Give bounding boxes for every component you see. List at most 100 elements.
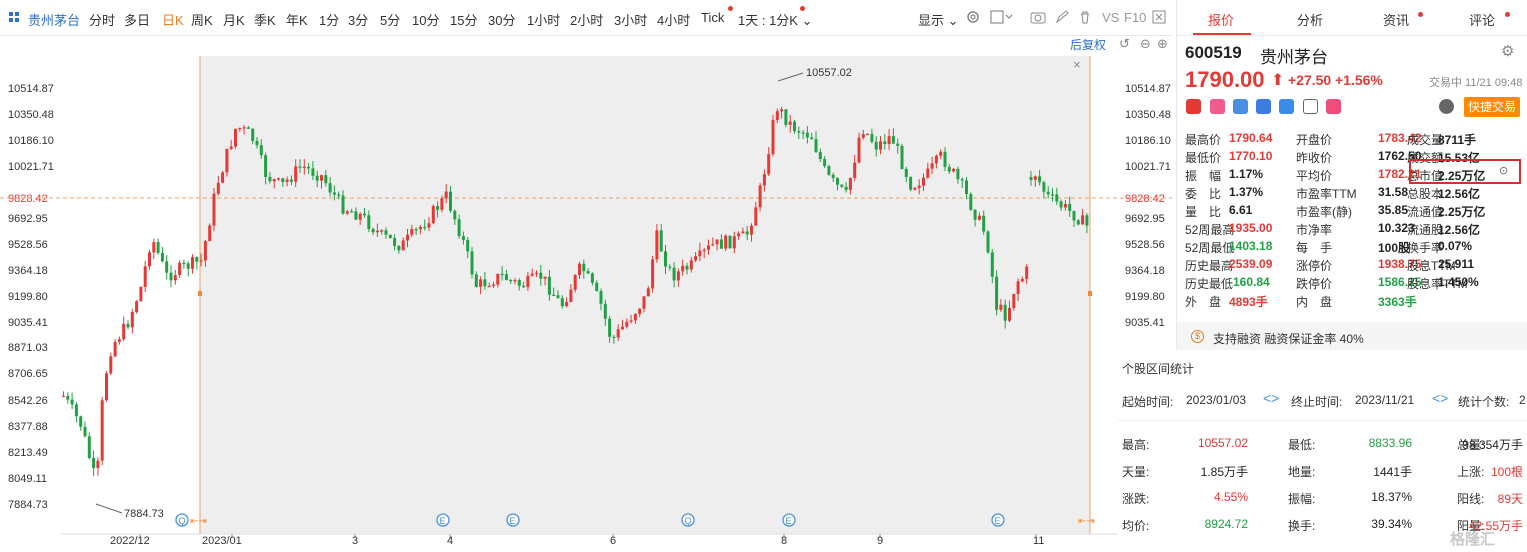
settings-icon[interactable] [965,9,981,28]
quote-value: 4893手 [1229,295,1268,309]
period-tab[interactable]: Tick [701,10,724,25]
candle-body [453,210,457,220]
more-icon[interactable]: ⊙ [1499,164,1508,177]
candle-body [543,276,547,279]
candle-body [638,308,642,314]
quote-value: 3363手 [1378,295,1417,309]
shuffle-icon[interactable] [1233,99,1248,114]
start-adjust-icon[interactable]: <> [1263,390,1279,406]
range-handle[interactable] [198,291,202,296]
candle-body [199,260,203,262]
x-axis-label: 3 [352,535,358,547]
period-tab[interactable]: 年K [286,10,308,29]
candle-body [711,244,715,246]
candle-body [526,275,530,288]
last-price: 1790.00 [1185,67,1265,92]
checkbox-icon[interactable] [990,10,1014,27]
tab-comments[interactable]: 评论 [1469,10,1495,29]
candle-body [1016,281,1020,295]
period-tab[interactable]: 10分 [412,10,439,29]
f10-button[interactable]: F10 [1124,10,1146,25]
x-axis-label: 2023/01 [202,535,242,547]
range-arrow-icon[interactable]: ⇤⇥ [190,516,207,527]
candle-body [246,127,250,129]
period-tab[interactable]: 3分 [348,10,368,29]
range-stats-title: 个股区间统计 [1122,362,1195,376]
restore-right-button[interactable]: 后复权 [1070,36,1106,53]
range-handle[interactable] [1088,291,1092,296]
vs-button[interactable]: VS [1102,10,1119,25]
display-dropdown[interactable]: 显示 ⌄ [918,10,959,29]
settings-icon[interactable]: ⚙ [1501,42,1514,60]
heart-icon[interactable] [1326,99,1341,114]
event-marker-label: E [510,516,516,526]
watermark: 格隆汇 [1450,531,1496,548]
period-tab[interactable]: 1分 [319,10,339,29]
custom-period-select[interactable]: 1天 : 1分K ⌄ [738,10,813,29]
period-tab[interactable]: 4小时 [657,10,690,29]
period-tab[interactable]: 日K [162,10,184,29]
bell-icon[interactable] [1439,99,1454,114]
period-tab[interactable]: 分时 [89,10,115,29]
document-icon[interactable] [1303,99,1318,114]
ticket-icon[interactable] [1279,99,1294,114]
period-tab[interactable]: 周K [191,10,213,29]
zoom-out-icon[interactable]: ⊖ [1140,36,1151,52]
candle-body [173,275,177,281]
quote-label: 市净率 [1296,223,1333,237]
candle-body [509,280,513,282]
candle-body [805,132,809,138]
period-tab[interactable]: 5分 [380,10,400,29]
candle-body [105,373,108,401]
kline-svg[interactable]: 10514.87 10350.48 10186.10 10021.71 9828.42 9… [0,36,1172,549]
candle-body [922,177,925,186]
end-adjust-icon[interactable]: <> [1432,390,1448,406]
end-date[interactable]: 2023/11/21 [1355,393,1414,407]
period-tab[interactable]: 2小时 [570,10,603,29]
stock-name-link[interactable]: 贵州茅台 [28,10,80,29]
period-tab[interactable]: 月K [223,10,245,29]
start-date[interactable]: 2023/01/03 [1186,393,1246,407]
menu-icon[interactable] [8,11,20,26]
candle-body [165,261,169,273]
period-tab[interactable]: 季K [254,10,276,29]
candle-body [530,273,534,276]
candle-body [633,313,637,321]
candle-body [965,180,968,194]
candle-body [1055,194,1059,202]
delete-icon[interactable] [1078,10,1092,27]
chevron-down-icon: ⌄ [947,13,959,28]
undo-icon[interactable]: ↺ [1119,36,1130,52]
candle-body [1051,194,1054,196]
tab-analysis[interactable]: 分析 [1297,10,1323,29]
y-axis-label-right: 10514.87 [1125,83,1171,95]
s-badge-icon[interactable] [1256,99,1271,114]
tag-icon[interactable] [1210,99,1225,114]
candle-body [289,179,293,182]
camera-icon[interactable] [1030,10,1046,27]
period-tab[interactable]: 多日 [124,10,150,29]
period-tab[interactable]: 15分 [450,10,477,29]
period-tab[interactable]: 1小时 [527,10,560,29]
candle-body [436,206,440,210]
candle-body [977,215,981,220]
quote-value: -160.84 [1229,275,1270,289]
candle-body [724,235,728,249]
period-tab[interactable]: 3小时 [614,10,647,29]
candle-body [741,231,745,234]
candle-body [664,251,667,267]
zoom-in-icon[interactable]: ⊕ [1157,36,1168,52]
kline-chart[interactable]: 10514.87 10350.48 10186.10 10021.71 9828.42 9… [0,36,1172,549]
tab-quote[interactable]: 报价 [1208,10,1234,29]
close-icon[interactable]: × [1073,57,1081,72]
period-tab[interactable]: 30分 [488,10,515,29]
tab-news[interactable]: 资讯 [1383,10,1409,29]
range-arrow-icon[interactable]: ⇤⇥ [1078,516,1095,527]
stat-label: 天量: [1122,465,1150,479]
pencil-icon[interactable] [1055,10,1069,27]
candle-body [354,211,358,220]
candle-body [79,416,83,427]
window-icon[interactable] [1152,10,1166,27]
candle-body [440,198,444,210]
quick-trade-button[interactable]: 快捷交易 [1464,97,1520,117]
